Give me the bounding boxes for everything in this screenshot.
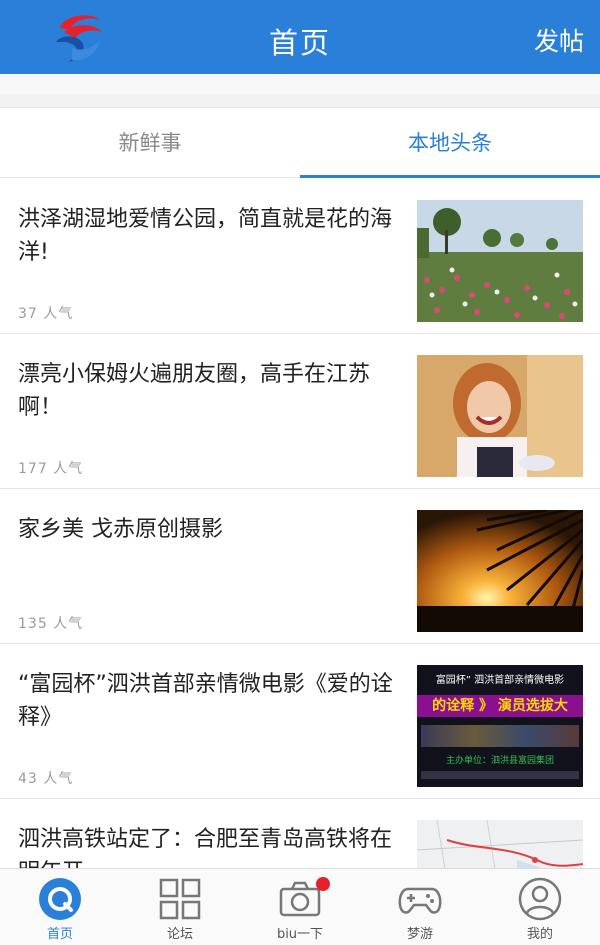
home-icon — [39, 878, 81, 920]
nav-home-label: 首页 — [46, 927, 73, 942]
article-item[interactable]: 漂亮小保姆火遍朋友圈，高手在江苏啊！ 177 人气 — [0, 334, 600, 489]
tab-local-headlines[interactable]: 本地头条 — [300, 108, 600, 178]
nav-profile[interactable]: 我的 — [480, 869, 600, 945]
tab-fresh-news[interactable]: 新鲜事 — [0, 108, 300, 178]
article-title: 漂亮小保姆火遍朋友圈，高手在江苏啊！ — [18, 362, 371, 420]
article-item[interactable]: 家乡美 戈赤原创摄影 135 人气 — [0, 489, 600, 644]
user-icon — [518, 877, 562, 921]
nav-home[interactable]: 首页 — [0, 869, 120, 945]
smiling-woman-photo — [417, 355, 583, 477]
article-title: 洪泽湖湿地爱情公园，简直就是花的海洋! — [18, 207, 393, 265]
bottom-nav: 首页 论坛 biu一下 梦游 我的 — [0, 868, 600, 945]
nav-forum-label: 论坛 — [166, 927, 193, 942]
nav-game[interactable]: 梦游 — [360, 869, 480, 945]
article-views: 177 人气 — [18, 461, 84, 477]
top-bar: 首页 发帖 — [0, 0, 600, 74]
nav-biu-label: biu一下 — [276, 927, 324, 942]
article-views: 135 人气 — [18, 616, 84, 632]
post-button[interactable]: 发帖 — [534, 22, 584, 58]
article-list: 洪泽湖湿地爱情公园，简直就是花的海洋! 37 人气 漂亮小保姆火遍朋友圈，高手在… — [0, 179, 600, 945]
gamepad-icon — [398, 887, 442, 914]
flower-field-photo — [417, 200, 583, 322]
article-item[interactable]: “富园杯”泗洪首部亲情微电影《爱的诠释》 43 人气 富园杯” 泗洪首部亲情微电… — [0, 644, 600, 799]
article-views: 43 人气 — [18, 771, 74, 787]
nav-game-label: 梦游 — [406, 927, 433, 942]
nav-biu[interactable]: biu一下 — [240, 869, 360, 945]
poster-banner: 的诠释 》 演员选拔大 — [417, 695, 583, 717]
tab-bar: 新鲜事 本地头条 — [0, 108, 600, 178]
banner-gap — [0, 74, 600, 108]
active-tab-indicator — [300, 175, 600, 178]
page-title: 首页 — [268, 26, 331, 60]
nav-profile-label: 我的 — [526, 927, 553, 942]
movie-poster-photo: 富园杯” 泗洪首部亲情微电影 的诠释 》 演员选拔大 主办单位：泗洪县富园集团 — [417, 665, 583, 787]
sunset-palm-photo — [417, 510, 583, 632]
poster-headline: 富园杯” 泗洪首部亲情微电影 — [435, 675, 565, 686]
article-views: 37 人气 — [18, 306, 74, 322]
poster-sponsor: 主办单位：泗洪县富园集团 — [445, 756, 554, 766]
article-item[interactable]: 洪泽湖湿地爱情公园，简直就是花的海洋! 37 人气 — [0, 179, 600, 334]
article-title: “富园杯”泗洪首部亲情微电影《爱的诠释》 — [18, 672, 393, 730]
nav-forum[interactable]: 论坛 — [120, 869, 240, 945]
article-title: 家乡美 戈赤原创摄影 — [18, 517, 223, 542]
grid-icon — [159, 878, 201, 920]
notification-dot — [316, 877, 330, 891]
